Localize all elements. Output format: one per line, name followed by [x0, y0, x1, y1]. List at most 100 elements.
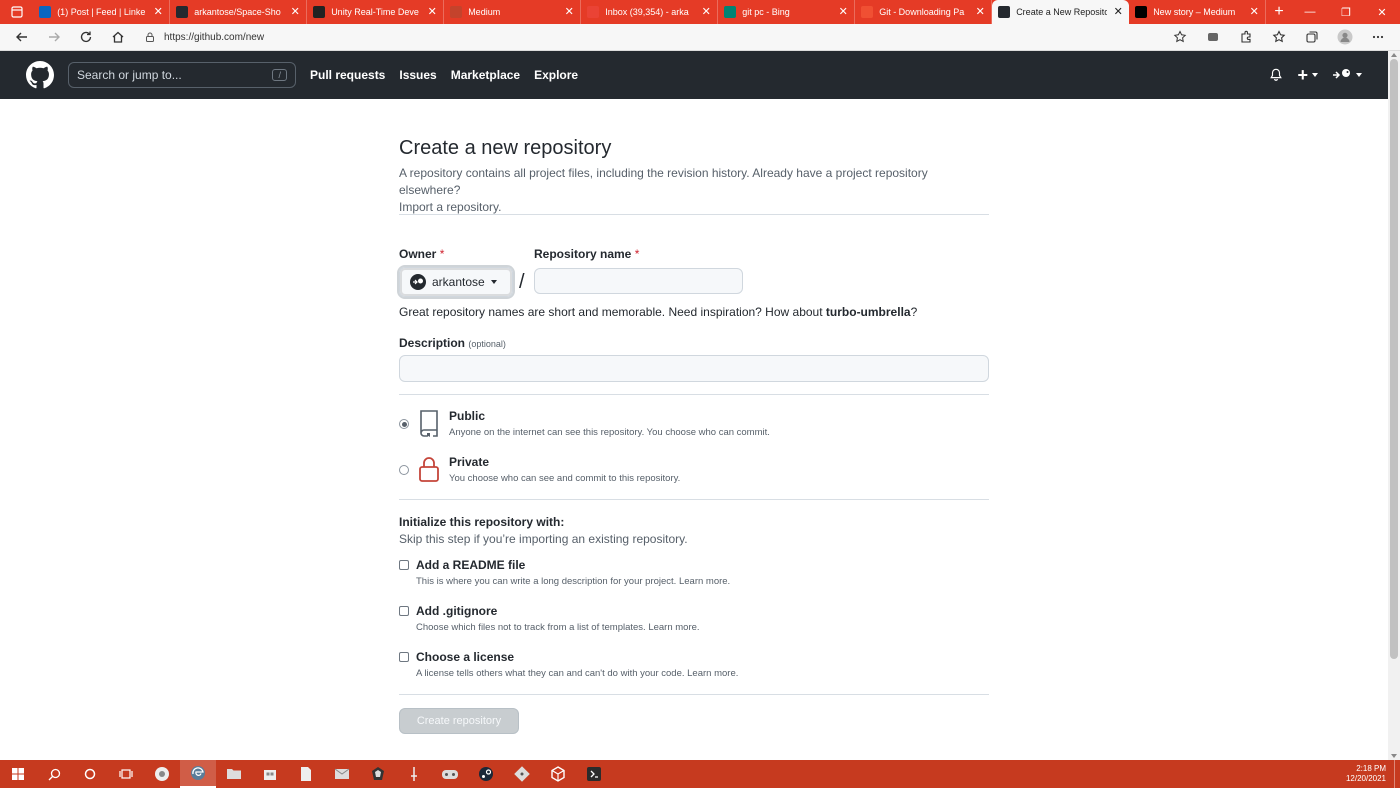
description-label: Description (optional)	[399, 336, 506, 350]
taskbar-app-game-1[interactable]	[360, 760, 396, 788]
favorites-button[interactable]	[1262, 25, 1295, 49]
taskbar-app-game-3[interactable]	[432, 760, 468, 788]
nav-issues[interactable]: Issues	[399, 68, 436, 82]
extension-button-1[interactable]	[1196, 25, 1229, 49]
taskbar-app-document[interactable]	[288, 760, 324, 788]
sword-icon	[411, 767, 417, 781]
system-clock[interactable]: 2:18 PM 12/20/2021	[1346, 764, 1394, 784]
nav-pull-requests[interactable]: Pull requests	[310, 68, 385, 82]
page-subtitle: A repository contains all project files,…	[399, 165, 989, 216]
github-logo-icon[interactable]	[26, 61, 54, 89]
new-tab-button[interactable]: +	[1266, 0, 1292, 24]
gitignore-learn-more-link[interactable]: Learn more.	[648, 622, 699, 633]
maximize-icon[interactable]: ❐	[1328, 6, 1364, 19]
github-icon	[998, 6, 1011, 18]
scrollbar-thumb[interactable]	[1390, 59, 1398, 659]
close-tab-icon[interactable]: ✕	[701, 6, 711, 18]
readme-option[interactable]: Add a README file This is where you can …	[399, 558, 730, 587]
private-radio[interactable]	[399, 465, 409, 475]
windows-logo-icon	[12, 768, 24, 780]
start-button[interactable]	[0, 760, 36, 788]
browser-tab[interactable]: Git - Downloading Pa ✕	[855, 0, 993, 24]
required-mark: *	[439, 247, 445, 261]
browser-tab[interactable]: New story – Medium ✕	[1129, 0, 1267, 24]
user-menu[interactable]	[1332, 68, 1362, 82]
gitignore-description: Choose which files not to track from a l…	[416, 622, 700, 633]
close-tab-icon[interactable]: ✕	[427, 6, 437, 18]
description-input[interactable]	[399, 355, 989, 382]
minimize-icon[interactable]: —	[1292, 6, 1328, 18]
home-button[interactable]	[102, 25, 134, 49]
create-new-menu[interactable]: +	[1297, 65, 1318, 86]
close-tab-icon[interactable]: ✕	[975, 6, 985, 18]
puzzle-icon	[1240, 30, 1251, 43]
cortana-button[interactable]	[72, 760, 108, 788]
readme-checkbox[interactable]	[399, 560, 409, 570]
license-learn-more-link[interactable]: Learn more.	[687, 668, 738, 679]
license-checkbox[interactable]	[399, 652, 409, 662]
notifications-bell-icon[interactable]	[1269, 68, 1283, 82]
nav-explore[interactable]: Explore	[534, 68, 578, 82]
close-tab-icon[interactable]: ✕	[153, 6, 163, 18]
search-button[interactable]	[36, 760, 72, 788]
github-search-input[interactable]: Search or jump to... /	[68, 62, 296, 88]
page-scrollbar[interactable]	[1388, 51, 1400, 760]
close-tab-icon[interactable]: ✕	[564, 6, 574, 18]
task-view-button[interactable]	[108, 760, 144, 788]
scroll-up-icon[interactable]	[1391, 53, 1397, 57]
close-tab-icon[interactable]: ✕	[1113, 6, 1123, 18]
taskbar-app-store[interactable]	[252, 760, 288, 788]
visibility-private-option[interactable]: Private You choose who can see and commi…	[399, 455, 680, 484]
taskbar-app-game-2[interactable]	[396, 760, 432, 788]
settings-menu-button[interactable]	[1361, 25, 1394, 49]
public-radio[interactable]	[399, 419, 409, 429]
readme-learn-more-link[interactable]: Learn more.	[679, 576, 730, 587]
taskbar-app-steam[interactable]	[468, 760, 504, 788]
add-favorite-button[interactable]	[1163, 25, 1196, 49]
browser-tab[interactable]: Medium ✕	[444, 0, 582, 24]
owner-dropdown[interactable]: arkantose	[397, 265, 515, 299]
gitignore-checkbox[interactable]	[399, 606, 409, 616]
close-window-icon[interactable]: ✕	[1364, 6, 1400, 19]
nav-marketplace[interactable]: Marketplace	[451, 68, 520, 82]
create-repository-button[interactable]: Create repository	[399, 708, 519, 734]
close-tab-icon[interactable]: ✕	[838, 6, 848, 18]
browser-tab-title: New story – Medium	[1153, 7, 1236, 17]
refresh-button[interactable]	[70, 25, 102, 49]
taskbar-app-edge[interactable]	[180, 760, 216, 788]
taskbar-app-mail[interactable]	[324, 760, 360, 788]
medium-icon	[1135, 6, 1148, 18]
browser-tab[interactable]: git pc - Bing ✕	[718, 0, 856, 24]
taskbar-app-unity[interactable]	[540, 760, 576, 788]
url-field[interactable]: https://github.com/new	[140, 26, 1160, 48]
license-option[interactable]: Choose a license A license tells others …	[399, 650, 738, 679]
taskbar-app-chrome[interactable]	[144, 760, 180, 788]
favorites-star-icon	[1272, 30, 1285, 43]
gitignore-option[interactable]: Add .gitignore Choose which files not to…	[399, 604, 700, 633]
show-desktop-button[interactable]	[1394, 760, 1400, 788]
visibility-public-option[interactable]: Public Anyone on the internet can see th…	[399, 409, 770, 438]
name-suggestion-link[interactable]: turbo-umbrella	[826, 305, 911, 319]
readme-desc-text: This is where you can write a long descr…	[416, 576, 677, 587]
repo-name-input[interactable]	[534, 268, 743, 294]
browser-tab[interactable]: Unity Real-Time Deve ✕	[307, 0, 445, 24]
taskbar-app-git[interactable]	[504, 760, 540, 788]
scroll-down-icon[interactable]	[1391, 754, 1397, 758]
browser-tab[interactable]: Inbox (39,354) - arka ✕	[581, 0, 719, 24]
taskbar-app-file-explorer[interactable]	[216, 760, 252, 788]
browser-tab[interactable]: arkantose/Space-Sho ✕	[170, 0, 308, 24]
extensions-button[interactable]	[1229, 25, 1262, 49]
forward-button[interactable]	[38, 25, 70, 49]
profile-button[interactable]	[1328, 25, 1361, 49]
close-tab-icon[interactable]: ✕	[1249, 6, 1259, 18]
collections-button[interactable]	[1295, 25, 1328, 49]
browser-tab-title: Git - Downloading Pa	[879, 7, 965, 17]
import-repo-link[interactable]: Import a repository.	[399, 200, 501, 214]
back-button[interactable]	[6, 25, 38, 49]
browser-tab[interactable]: (1) Post | Feed | Linke ✕	[33, 0, 171, 24]
taskbar-app-vscode[interactable]	[576, 760, 612, 788]
close-tab-icon[interactable]: ✕	[290, 6, 300, 18]
browser-tab[interactable]: Create a New Reposito ✕	[992, 0, 1130, 24]
tab-actions-button[interactable]	[0, 0, 33, 24]
lock-icon	[419, 457, 439, 482]
